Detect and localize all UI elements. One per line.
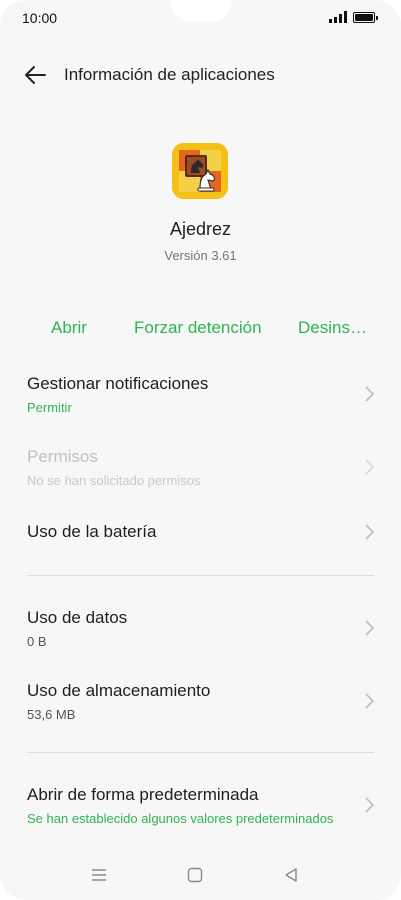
chevron-right-icon bbox=[365, 459, 375, 475]
row-manage-notifications[interactable]: Gestionar notificaciones Permitir bbox=[0, 364, 401, 424]
row-title: Permisos bbox=[27, 447, 98, 466]
chevron-right-icon bbox=[365, 524, 375, 540]
status-icons bbox=[329, 11, 378, 23]
row-storage-usage[interactable]: Uso de almacenamiento 53,6 MB bbox=[0, 671, 401, 731]
status-bar: 10:00 bbox=[0, 0, 401, 36]
chevron-right-icon bbox=[365, 797, 375, 813]
chevron-right-icon bbox=[365, 693, 375, 709]
home-square-icon[interactable] bbox=[186, 866, 204, 884]
app-name: Ajedrez bbox=[169, 219, 232, 239]
app-version: Versión 3.61 bbox=[164, 248, 237, 263]
status-time: 10:00 bbox=[22, 10, 58, 26]
chevron-right-icon bbox=[365, 386, 375, 402]
app-bar: Información de aplicaciones bbox=[0, 56, 401, 96]
row-title: Uso de la batería bbox=[27, 522, 157, 541]
page-title: Información de aplicaciones bbox=[64, 65, 275, 84]
row-subtitle: Permitir bbox=[27, 400, 72, 415]
row-open-by-default[interactable]: Abrir de forma predeterminada Se han est… bbox=[0, 775, 401, 835]
section-divider bbox=[27, 575, 374, 576]
row-subtitle: 53,6 MB bbox=[27, 707, 76, 722]
navigation-bar bbox=[0, 850, 401, 900]
signal-icon bbox=[329, 11, 347, 23]
uninstall-button[interactable]: Desins… bbox=[298, 318, 367, 338]
force-stop-button[interactable]: Forzar detención bbox=[134, 318, 262, 338]
row-subtitle: Se han establecido algunos valores prede… bbox=[27, 811, 334, 826]
row-battery-usage[interactable]: Uso de la batería bbox=[0, 510, 401, 554]
row-title: Uso de almacenamiento bbox=[27, 681, 211, 700]
chess-app-icon bbox=[172, 143, 228, 199]
row-title: Uso de datos bbox=[27, 608, 128, 627]
arrow-left-icon[interactable] bbox=[22, 62, 48, 88]
phone-screen: 10:00 Información de aplicaciones Ajedre… bbox=[0, 0, 401, 900]
row-subtitle: 0 B bbox=[27, 634, 47, 649]
menu-icon[interactable] bbox=[90, 866, 108, 884]
chevron-right-icon bbox=[365, 620, 375, 636]
battery-icon bbox=[353, 11, 378, 23]
row-title: Gestionar notificaciones bbox=[27, 374, 209, 393]
row-subtitle: No se han solicitado permisos bbox=[27, 473, 201, 488]
app-actions: Abrir Forzar detención Desins… bbox=[0, 318, 401, 342]
row-permissions: Permisos No se han solicitado permisos bbox=[0, 437, 401, 497]
back-triangle-icon[interactable] bbox=[282, 866, 300, 884]
open-button[interactable]: Abrir bbox=[51, 318, 87, 338]
section-divider bbox=[27, 752, 374, 753]
row-data-usage[interactable]: Uso de datos 0 B bbox=[0, 598, 401, 658]
row-title: Abrir de forma predeterminada bbox=[27, 785, 259, 804]
